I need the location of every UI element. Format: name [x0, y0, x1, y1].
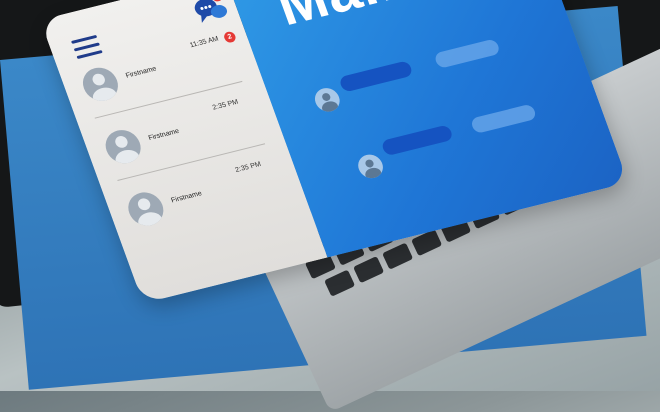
- avatar: [100, 126, 146, 167]
- contact-time: 11:35 AM: [188, 35, 220, 50]
- key: [353, 255, 385, 284]
- contact-name: Firstname: [124, 65, 158, 80]
- key: [324, 269, 356, 297]
- contact-name: Firstname: [147, 127, 181, 143]
- chat-bubbles-icon[interactable]: 2: [188, 0, 232, 28]
- key: [382, 242, 414, 270]
- contact-time: 2:35 PM: [234, 161, 263, 174]
- unread-badge: 2: [222, 30, 238, 44]
- avatar: [78, 64, 123, 105]
- hamburger-menu-icon[interactable]: [70, 34, 103, 60]
- contact-time: 2:35 PM: [211, 98, 240, 112]
- contact-name: Firstname: [170, 190, 203, 205]
- avatar: [123, 188, 169, 230]
